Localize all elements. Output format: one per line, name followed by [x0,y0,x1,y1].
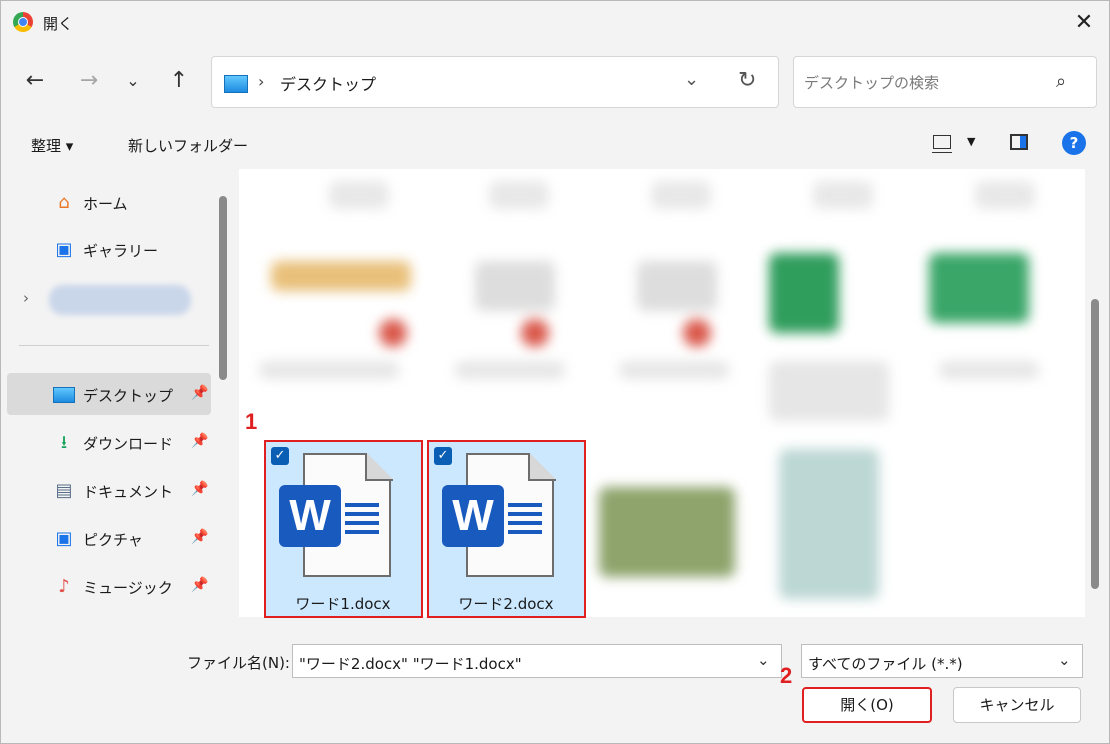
home-icon: ⌂ [58,192,70,213]
music-icon: ♪ [58,576,70,597]
annotation-step-1: 1 [245,409,258,434]
blurred-file-tile[interactable] [329,181,389,209]
pictures-icon: ▣ [55,528,73,549]
search-box[interactable]: デスクトップの検索 ⌕ [793,56,1097,108]
blurred-file-tile[interactable] [769,253,839,333]
onedrive-account-item[interactable] [49,285,191,315]
filetype-select[interactable]: すべてのファイル (*.*) ⌄ [801,644,1083,678]
annotation-step-2: 2 [780,663,793,688]
filename-combobox[interactable]: "ワード2.docx" "ワード1.docx" ⌄ [292,644,782,678]
open-button[interactable]: 開く(O) [802,687,932,723]
back-arrow-icon[interactable]: ← [21,67,49,95]
annotation-highlight-word2 [427,440,586,618]
blurred-file-tile[interactable] [271,261,411,291]
sidebar-divider [19,345,209,346]
address-dropdown-icon[interactable]: ⌄ [684,69,699,90]
sidebar-item-downloads[interactable]: ⭳ ダウンロード 📌 [7,421,211,463]
new-folder-button[interactable]: 新しいフォルダー [128,135,248,156]
documents-icon: ▤ [55,480,73,501]
navigation-bar: ← → ⌄ ↑ › デスクトップ ⌄ ↻ デスクトップの検索 ⌕ [1,45,1109,121]
blurred-image-file[interactable] [779,449,879,599]
view-mode-icon[interactable] [932,135,952,153]
blurred-file-name [259,361,399,379]
blurred-chrome-badge [521,319,549,347]
download-icon: ⭳ [60,432,68,453]
breadcrumb-chevron-icon[interactable]: › [258,72,264,91]
sidebar-scrollbar[interactable] [219,196,227,380]
pin-icon[interactable]: 📌 [191,529,208,545]
pin-icon[interactable]: 📌 [191,433,208,449]
blurred-file-name [939,361,1039,379]
recent-locations-chevron-icon[interactable]: ⌄ [119,67,147,95]
sidebar-item-label: ドキュメント [83,483,174,501]
blurred-file-name [619,361,729,379]
address-bar[interactable]: › デスクトップ ⌄ ↻ [211,56,779,108]
refresh-icon[interactable]: ↻ [738,68,756,93]
sidebar-item-music[interactable]: ♪ ミュージック 📌 [7,565,211,607]
content-scrollbar[interactable] [1091,299,1099,589]
command-bar: 整理 ▾ 新しいフォルダー ▼ ? [1,121,1109,169]
forward-arrow-icon[interactable]: → [75,67,103,95]
blurred-file-tile[interactable] [489,181,549,209]
sidebar-item-pictures[interactable]: ▣ ピクチャ 📌 [7,517,211,559]
sidebar-item-label: ダウンロード [83,435,174,453]
filename-input[interactable]: "ワード2.docx" "ワード1.docx" [299,653,522,674]
sidebar-item-home[interactable]: ⌂ ホーム [7,181,211,223]
blurred-file-tile[interactable] [637,261,717,311]
navigation-pane: ⌂ ホーム ▣ ギャラリー › デスクトップ 📌 ⭳ ダウンロード 📌 ▤ ドキ… [1,169,213,617]
window-title: 開く [43,15,74,33]
search-input[interactable]: デスクトップの検索 [804,72,939,93]
filename-label: ファイル名(N): [187,654,290,672]
sidebar-item-documents[interactable]: ▤ ドキュメント 📌 [7,469,211,511]
chevron-down-icon[interactable]: ⌄ [757,651,770,669]
sidebar-item-label: ミュージック [83,579,173,597]
blurred-file-tile[interactable] [813,181,873,209]
breadcrumb-desktop[interactable]: デスクトップ [280,71,376,95]
chevron-down-icon[interactable]: ⌄ [1058,651,1071,669]
chrome-icon [13,12,33,32]
view-dropdown-icon[interactable]: ▼ [967,135,975,148]
gallery-icon: ▣ [55,239,73,260]
blurred-image-file[interactable] [599,487,735,577]
blurred-file-tile[interactable] [651,181,711,209]
desktop-folder-icon [53,384,75,406]
blurred-file-tile[interactable] [975,181,1035,209]
sidebar-item-desktop[interactable]: デスクトップ 📌 [7,373,211,415]
cancel-button[interactable]: キャンセル [953,687,1081,723]
sidebar-item-label: ピクチャ [83,531,143,549]
blurred-file-name [769,361,889,421]
open-file-dialog: 開く ✕ ← → ⌄ ↑ › デスクトップ ⌄ ↻ デスクトップの検索 ⌕ 整理… [0,0,1110,744]
blurred-chrome-badge [683,319,711,347]
blurred-chrome-badge [379,319,407,347]
blurred-file-tile[interactable] [929,253,1029,323]
pin-icon[interactable]: 📌 [191,385,208,401]
title-bar: 開く ✕ [1,1,1109,45]
sidebar-item-label: ギャラリー [83,242,159,260]
desktop-folder-icon [224,75,248,93]
sidebar-item-gallery[interactable]: ▣ ギャラリー [7,228,211,270]
annotation-highlight-word1 [264,440,423,618]
close-icon[interactable]: ✕ [1067,7,1101,39]
blurred-file-tile[interactable] [475,261,555,311]
preview-pane-icon[interactable] [1010,134,1028,150]
help-icon[interactable]: ? [1062,131,1086,155]
expand-chevron-icon[interactable]: › [23,289,29,307]
pin-icon[interactable]: 📌 [191,481,208,497]
filetype-value: すべてのファイル (*.*) [808,655,963,673]
pin-icon[interactable]: 📌 [191,577,208,593]
sidebar-item-label: デスクトップ [83,387,174,405]
organize-menu-button[interactable]: 整理 ▾ [31,135,73,156]
sidebar-item-label: ホーム [83,195,128,213]
blurred-file-name [455,361,565,379]
up-arrow-icon[interactable]: ↑ [165,67,193,95]
search-icon: ⌕ [1056,71,1067,92]
